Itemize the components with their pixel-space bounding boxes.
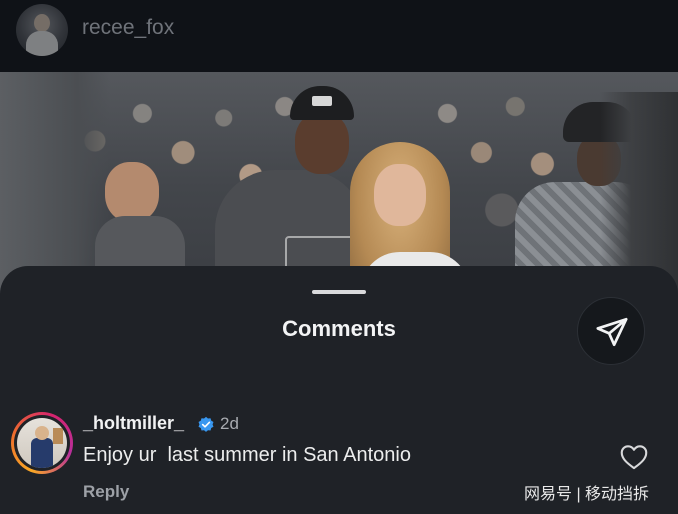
commenter-username[interactable]: _holtmiller_ bbox=[83, 413, 184, 434]
reply-button[interactable]: Reply bbox=[83, 482, 129, 502]
commenter-avatar-photo bbox=[17, 418, 67, 468]
avatar-head bbox=[35, 426, 49, 440]
poster-avatar[interactable] bbox=[16, 4, 68, 56]
poster-username[interactable]: recee_fox bbox=[82, 16, 174, 40]
bystander-face bbox=[105, 162, 159, 222]
watermark-text: 网易号 | 移动挡拆 bbox=[524, 486, 650, 503]
heart-icon[interactable] bbox=[620, 444, 648, 470]
share-button[interactable] bbox=[577, 297, 645, 365]
verified-badge-icon bbox=[198, 416, 214, 432]
avatar-body-shape bbox=[26, 31, 58, 56]
woman-face bbox=[374, 164, 426, 226]
post-header: recee_fox bbox=[0, 0, 678, 72]
avatar-suit bbox=[31, 438, 53, 468]
avatar-head-shape bbox=[34, 14, 50, 32]
comment-timestamp: 2d bbox=[220, 414, 239, 433]
sheet-drag-handle[interactable] bbox=[312, 290, 366, 294]
instagram-post-screen: recee_fox Comments _holtmiller_ 2d Enjoy… bbox=[0, 0, 678, 514]
commenter-avatar[interactable] bbox=[11, 412, 73, 474]
player-cap bbox=[290, 86, 354, 120]
cap-logo bbox=[312, 96, 332, 106]
avatar-artwork bbox=[53, 428, 63, 444]
comment-text: Enjoy ur last summer in San Antonio bbox=[83, 444, 411, 466]
comments-sheet: Comments _holtmiller_ 2d Enjoy ur last s… bbox=[0, 266, 678, 514]
paper-plane-icon bbox=[596, 317, 628, 347]
